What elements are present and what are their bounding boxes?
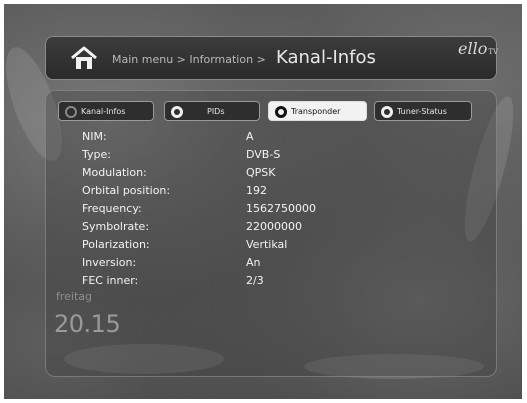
- info-label-polarization: Polarization:: [82, 238, 150, 251]
- page-title: Kanal-Infos: [276, 47, 376, 68]
- info-value-orbital-position: 192: [246, 184, 267, 197]
- info-value-nim: A: [246, 130, 254, 143]
- info-value-type: DVB-S: [246, 148, 281, 161]
- tab-tuner-status[interactable]: Tuner-Status: [374, 101, 472, 121]
- info-label-frequency: Frequency:: [82, 202, 142, 215]
- info-label-symbolrate: Symbolrate:: [82, 220, 150, 233]
- info-label-nim: NIM:: [82, 130, 107, 143]
- radio-icon: [65, 106, 77, 118]
- info-label-inversion: Inversion:: [82, 256, 137, 269]
- info-value-modulation: QPSK: [246, 166, 276, 179]
- header-bar: Main menu > Information > Kanal-Infos el…: [45, 36, 499, 80]
- breadcrumb: Main menu > Information >: [112, 53, 266, 66]
- clock-time: 20.15: [54, 310, 121, 338]
- brand-logo: elloTV: [458, 39, 499, 58]
- tab-label: PIDs: [207, 107, 225, 116]
- home-icon[interactable]: [70, 46, 98, 70]
- tab-kanal-infos[interactable]: Kanal-Infos: [58, 101, 154, 121]
- info-value-inversion: An: [246, 256, 261, 269]
- info-value-frequency: 1562750000: [246, 202, 316, 215]
- info-value-symbolrate: 22000000: [246, 220, 302, 233]
- tab-label: Kanal-Infos: [81, 107, 126, 116]
- radio-icon: [381, 106, 393, 118]
- tab-label: Tuner-Status: [397, 107, 447, 116]
- radio-icon: [171, 106, 183, 118]
- info-label-modulation: Modulation:: [82, 166, 147, 179]
- info-label-fec-inner: FEC inner:: [82, 274, 139, 287]
- tab-pids[interactable]: PIDs: [164, 101, 260, 121]
- tab-transponder[interactable]: Transponder: [268, 101, 367, 121]
- info-value-polarization: Vertikal: [246, 238, 288, 251]
- clock-day: freitag: [56, 290, 93, 303]
- radio-icon: [275, 106, 287, 118]
- info-value-fec-inner: 2/3: [246, 274, 264, 287]
- info-label-type: Type:: [82, 148, 111, 161]
- info-label-orbital-position: Orbital position:: [82, 184, 171, 197]
- tab-label: Transponder: [291, 107, 341, 116]
